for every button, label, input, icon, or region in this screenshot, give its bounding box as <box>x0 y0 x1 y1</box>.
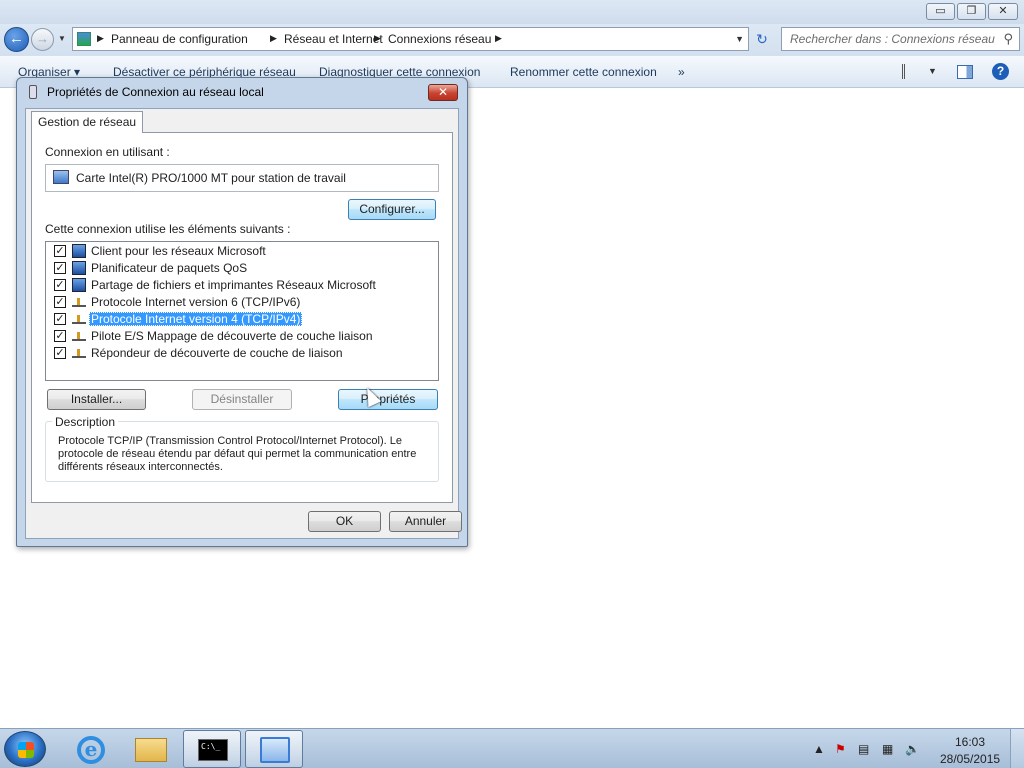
checkbox[interactable]: ✓ <box>54 347 66 359</box>
install-button[interactable]: Installer... <box>47 389 146 410</box>
view-dropdown-icon[interactable]: ▼ <box>928 66 937 76</box>
list-item[interactable]: ✓ Répondeur de découverte de couche de l… <box>46 345 436 362</box>
action-center-icon[interactable]: ⚑ <box>835 742 846 756</box>
history-dropdown-icon[interactable]: ▼ <box>58 34 66 43</box>
list-item-selected[interactable]: ✓ Protocole Internet version 4 (TCP/IPv4… <box>46 311 436 328</box>
folder-icon <box>135 738 167 762</box>
show-hidden-icons-icon[interactable]: ▲ <box>813 742 825 756</box>
list-item[interactable]: ✓ Protocole Internet version 6 (TCP/IPv6… <box>46 294 436 311</box>
checkbox[interactable]: ✓ <box>54 330 66 342</box>
show-desktop-button[interactable] <box>1010 729 1024 768</box>
list-item[interactable]: ✓ Partage de fichiers et imprimantes Rés… <box>46 277 436 294</box>
address-bar[interactable]: ▶ Panneau de configuration ▶ Réseau et I… <box>72 27 749 51</box>
title-bar: ▭ ❐ ✕ <box>0 0 1024 24</box>
internet-explorer-icon: e <box>77 736 105 764</box>
network-connection-icon <box>29 85 37 99</box>
breadcrumb-network-connections[interactable]: Connexions réseau <box>388 32 491 46</box>
close-window-button[interactable]: ✕ <box>988 3 1018 20</box>
list-item-label: Répondeur de découverte de couche de lia… <box>91 346 343 360</box>
breadcrumb-arrow-icon[interactable]: ▶ <box>270 33 277 44</box>
properties-dialog: Propriétés de Connexion au réseau local … <box>16 77 468 547</box>
configure-button[interactable]: Configurer... <box>348 199 436 220</box>
adapter-field: Carte Intel(R) PRO/1000 MT pour station … <box>45 164 439 192</box>
command-prompt-icon: C:\_ <box>198 739 228 761</box>
list-item[interactable]: ✓ Client pour les réseaux Microsoft <box>46 243 436 260</box>
protocol-icon <box>72 298 86 307</box>
list-item[interactable]: ✓ Pilote E/S Mappage de découverte de co… <box>46 328 436 345</box>
breadcrumb-arrow-icon[interactable]: ▶ <box>374 33 381 44</box>
checkbox[interactable]: ✓ <box>54 262 66 274</box>
cancel-button[interactable]: Annuler <box>389 511 462 532</box>
refresh-icon[interactable]: ↻ <box>752 30 772 50</box>
network-service-icon <box>72 278 86 292</box>
breadcrumb-network-internet[interactable]: Réseau et Internet <box>284 32 383 46</box>
preview-pane-icon[interactable] <box>957 65 973 79</box>
help-icon[interactable]: ? <box>992 63 1009 80</box>
list-item-label: Pilote E/S Mappage de découverte de couc… <box>91 329 373 343</box>
taskbar-explorer[interactable] <box>122 730 180 768</box>
tab-page: Connexion en utilisant : Carte Intel(R) … <box>31 132 453 503</box>
description-text: Protocole TCP/IP (Transmission Control P… <box>58 435 417 473</box>
checkbox[interactable]: ✓ <box>54 245 66 257</box>
network-connections-icon <box>260 737 290 763</box>
device-icon[interactable]: ▤ <box>858 742 869 756</box>
clock-date[interactable]: 28/05/2015 <box>940 752 1000 766</box>
forward-arrow-icon[interactable]: → <box>31 28 54 51</box>
network-client-icon <box>72 244 86 258</box>
rename-connection-button[interactable]: Renommer cette connexion <box>510 65 657 79</box>
taskbar: e C:\_ ▲ ⚑ ▤ ▦ 🔈 16:03 28/05/2015 <box>0 728 1024 768</box>
checkbox[interactable]: ✓ <box>54 296 66 308</box>
breadcrumb-control-panel[interactable]: Panneau de configuration <box>111 32 248 46</box>
tab-networking[interactable]: Gestion de réseau <box>31 111 144 133</box>
control-panel-icon <box>77 32 91 46</box>
search-input[interactable]: Rechercher dans : Connexions réseau ⚲ <box>781 27 1020 51</box>
back-arrow-icon[interactable]: ← <box>4 27 29 52</box>
dialog-body: Gestion de réseau Connexion en utilisant… <box>25 108 462 539</box>
taskbar-command-prompt[interactable]: C:\_ <box>183 730 241 768</box>
taskbar-network-connections[interactable] <box>245 730 303 768</box>
search-icon[interactable]: ⚲ <box>1003 31 1013 47</box>
address-dropdown-icon[interactable]: ▼ <box>735 34 744 44</box>
windows-logo-icon <box>18 742 34 758</box>
ok-button[interactable]: OK <box>308 511 381 532</box>
checkbox[interactable]: ✓ <box>54 313 66 325</box>
uninstall-button[interactable]: Désinstaller <box>192 389 292 410</box>
maximize-button[interactable]: ❐ <box>957 3 986 20</box>
description-title: Description <box>52 415 119 429</box>
network-tray-icon[interactable]: ▦ <box>882 742 893 756</box>
network-service-icon <box>72 261 86 275</box>
taskbar-internet-explorer[interactable]: e <box>62 730 120 768</box>
list-item-label: Protocole Internet version 4 (TCP/IPv4) <box>89 312 303 326</box>
list-item-label: Protocole Internet version 6 (TCP/IPv6) <box>91 295 301 309</box>
breadcrumb-arrow-icon[interactable]: ▶ <box>97 33 104 44</box>
items-label: Cette connexion utilise les éléments sui… <box>45 222 291 236</box>
change-view-icon[interactable] <box>902 64 920 79</box>
components-list[interactable]: ✓ Client pour les réseaux Microsoft ✓ Pl… <box>45 241 439 381</box>
navigation-bar: ← → ▼ ▶ Panneau de configuration ▶ Résea… <box>0 24 1024 56</box>
search-placeholder: Rechercher dans : Connexions réseau <box>790 32 995 46</box>
more-commands-button[interactable]: » <box>678 65 685 79</box>
list-item-label: Planificateur de paquets QoS <box>91 261 248 275</box>
connect-using-label: Connexion en utilisant : <box>45 145 170 159</box>
checkbox[interactable]: ✓ <box>54 279 66 291</box>
breadcrumb-arrow-icon[interactable]: ▶ <box>495 33 502 44</box>
list-item-label: Client pour les réseaux Microsoft <box>91 244 266 258</box>
list-item-label: Partage de fichiers et imprimantes Résea… <box>91 278 376 292</box>
protocol-icon <box>72 349 86 358</box>
start-button[interactable] <box>4 731 46 767</box>
adapter-name: Carte Intel(R) PRO/1000 MT pour station … <box>76 171 346 185</box>
list-item[interactable]: ✓ Planificateur de paquets QoS <box>46 260 436 277</box>
minimize-button[interactable]: ▭ <box>926 3 955 20</box>
protocol-icon <box>72 332 86 341</box>
properties-button[interactable]: Propriétés <box>338 389 438 410</box>
volume-icon[interactable]: 🔈 <box>905 742 920 756</box>
dialog-close-button[interactable]: ✕ <box>428 84 458 101</box>
clock-time[interactable]: 16:03 <box>955 735 985 749</box>
dialog-title: Propriétés de Connexion au réseau local <box>47 85 264 99</box>
network-adapter-icon <box>53 170 69 184</box>
protocol-icon <box>72 315 86 324</box>
